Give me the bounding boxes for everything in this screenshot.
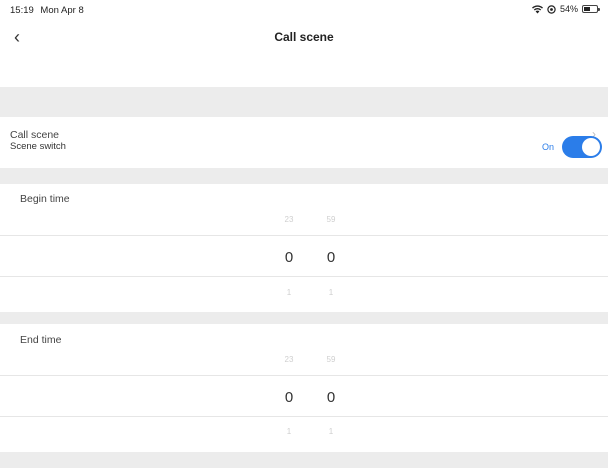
section-spacer-bottom (0, 452, 608, 468)
scene-switch-row: Scene switch On (0, 130, 608, 168)
picker-divider (0, 416, 608, 417)
scene-switch-label: Scene switch (10, 141, 66, 152)
end-time-title: End time (20, 334, 62, 346)
begin-minute-below[interactable]: 1 (316, 288, 346, 297)
end-minute-above[interactable]: 59 (316, 355, 346, 364)
picker-divider (0, 235, 608, 236)
section-spacer-end (0, 312, 608, 324)
battery-percent: 54% (559, 4, 578, 14)
location-icon (547, 4, 556, 14)
scene-switch-toggle[interactable] (562, 136, 602, 158)
status-indicators: 54% (531, 4, 600, 14)
section-spacer-begin (0, 168, 608, 184)
toggle-knob (582, 138, 600, 156)
begin-hour-above[interactable]: 23 (274, 215, 304, 224)
end-minute-below[interactable]: 1 (316, 427, 346, 436)
begin-hour-below[interactable]: 1 (274, 288, 304, 297)
end-hour-above[interactable]: 23 (274, 355, 304, 364)
status-time: 15:19 Mon Apr 8 (10, 5, 84, 16)
end-hour-value[interactable]: 0 (274, 389, 304, 406)
status-bar: 15:19 Mon Apr 8 54% (0, 0, 608, 22)
begin-hour-value[interactable]: 0 (274, 249, 304, 266)
begin-minute-value[interactable]: 0 (316, 249, 346, 266)
end-minute-value[interactable]: 0 (316, 389, 346, 406)
begin-time-title: Begin time (20, 193, 70, 205)
picker-divider (0, 276, 608, 277)
end-hour-below[interactable]: 1 (274, 427, 304, 436)
scene-switch-control: On (542, 136, 602, 158)
begin-minute-above[interactable]: 59 (316, 215, 346, 224)
battery-fill (584, 7, 590, 11)
section-spacer-top (0, 87, 608, 117)
end-time-section: End time 23 59 0 0 1 1 (0, 324, 608, 452)
begin-time-section: Begin time 23 59 0 0 1 1 (0, 184, 608, 312)
status-date-value: Mon Apr 8 (40, 5, 84, 16)
battery-icon (582, 5, 600, 13)
status-time-value: 15:19 (10, 5, 34, 16)
picker-divider (0, 375, 608, 376)
nav-bar: ‹ Call scene (0, 22, 608, 54)
page-title: Call scene (274, 30, 334, 44)
scene-switch-state: On (541, 142, 554, 152)
wifi-icon (531, 4, 543, 13)
